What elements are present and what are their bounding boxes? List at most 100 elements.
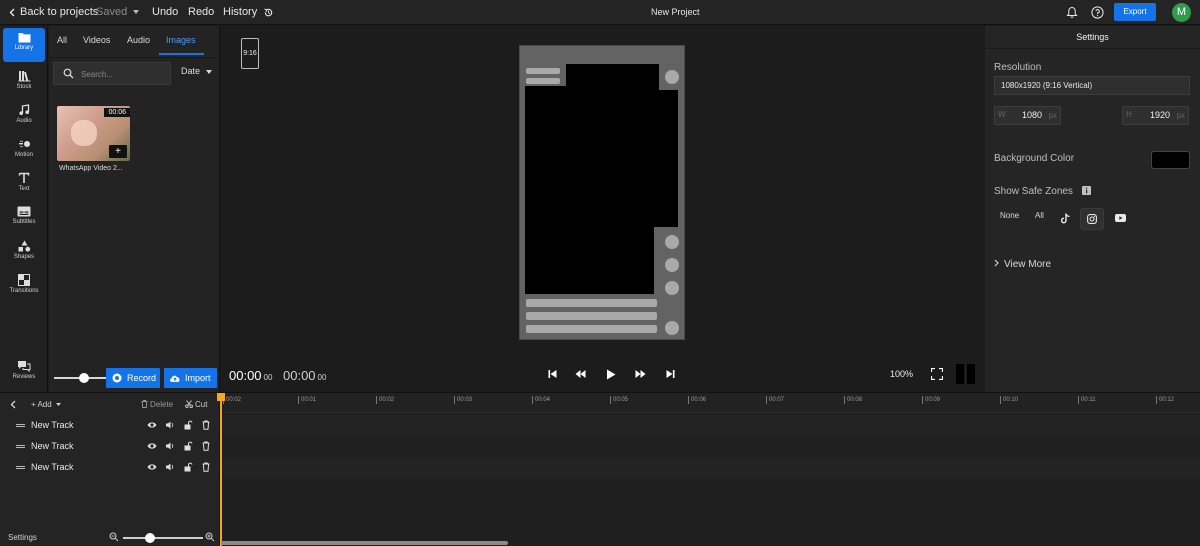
height-input[interactable]: H 1920 px [1122,106,1189,125]
safe-zone-none[interactable]: None [1000,211,1019,220]
sort-dropdown[interactable]: Date [181,66,212,76]
height-value: 1920 [1149,110,1170,120]
unlock-icon[interactable] [183,441,193,451]
rewind-icon[interactable] [575,369,586,379]
audio-meter-right [967,364,975,384]
eye-icon[interactable] [147,462,157,472]
play-icon[interactable] [606,369,616,380]
unlock-icon[interactable] [183,462,193,472]
safe-zone-youtube[interactable] [1108,208,1132,230]
notifications-button[interactable] [1066,0,1078,25]
trash-icon[interactable] [201,420,211,430]
tab-images[interactable]: Images [159,26,204,55]
eye-icon[interactable] [147,441,157,451]
media-thumbnail[interactable]: 00:06 + [57,106,130,161]
cut-button[interactable]: Cut [185,400,207,409]
canvas-area: 9:16 00:00 00 00:00 00 100% [221,26,984,392]
nav-stock[interactable]: Stock [0,66,48,100]
background-color-swatch[interactable] [1151,151,1190,169]
safe-zone-all[interactable]: All [1035,211,1044,220]
history-button[interactable]: History [223,0,274,25]
thumbnail-size-slider[interactable] [54,373,109,383]
nav-shapes[interactable]: Shapes [0,236,48,270]
export-button[interactable]: Export [1114,3,1156,21]
track-lane[interactable] [221,457,1200,478]
bell-icon [1066,6,1078,18]
timeline-settings-button[interactable]: Settings [8,533,37,542]
track-row[interactable]: New Track [0,457,220,478]
delete-button[interactable]: Delete [141,400,173,409]
record-button[interactable]: Record [106,368,160,388]
fullscreen-icon[interactable] [931,368,943,380]
track-name[interactable]: New Track [31,462,74,472]
skip-to-start-icon[interactable] [548,369,557,379]
timeline-zoom-slider[interactable] [123,533,203,543]
track-row[interactable]: New Track [0,436,220,457]
save-menu-toggle[interactable] [133,0,139,25]
zoom-in-icon[interactable] [205,532,215,542]
search-box [53,62,171,85]
playhead-handle[interactable] [217,393,225,401]
nav-text[interactable]: Text [0,168,48,202]
info-icon[interactable] [1081,186,1091,195]
width-input[interactable]: W 1080 px [994,106,1061,125]
tab-all[interactable]: All [57,26,67,55]
music-note-icon [19,104,30,115]
resolution-select[interactable]: 1080x1920 (9:16 Vertical) [994,76,1190,95]
collapse-icon[interactable] [10,400,16,409]
nav-reviews[interactable]: Reviews [0,356,48,390]
tab-audio[interactable]: Audio [127,26,150,55]
help-button[interactable] [1091,0,1104,25]
volume-icon[interactable] [165,441,175,451]
track-name[interactable]: New Track [31,441,74,451]
volume-icon[interactable] [165,462,175,472]
nav-library[interactable]: Library [3,28,45,62]
view-more-toggle[interactable]: View More [994,259,1051,270]
undo-button[interactable]: Undo [152,0,178,25]
track-row[interactable]: New Track [0,415,220,436]
scissors-icon [185,400,193,408]
eye-icon[interactable] [147,420,157,430]
track-name[interactable]: New Track [31,420,74,430]
nav-subtitles[interactable]: Subtitles [0,202,48,236]
drag-handle-icon[interactable] [16,445,25,448]
nav-motion[interactable]: Motion [0,134,48,168]
avatar[interactable]: M [1172,3,1191,22]
track-lane[interactable] [221,415,1200,436]
chevron-left-icon [9,8,15,17]
history-icon [264,8,273,16]
nav-transitions[interactable]: Transitions [0,270,48,304]
volume-icon[interactable] [165,420,175,430]
unlock-icon[interactable] [183,420,193,430]
ruler-tick: 00:04 [532,396,550,404]
slider-handle[interactable] [79,373,89,383]
redo-button[interactable]: Redo [188,0,214,25]
drag-handle-icon[interactable] [16,466,25,469]
slider-handle[interactable] [145,533,155,543]
search-input[interactable] [81,67,167,81]
track-lane[interactable] [221,436,1200,457]
timeline-scrollbar[interactable] [221,541,508,545]
trash-icon[interactable] [201,441,211,451]
safe-zone-instagram[interactable] [1080,208,1104,230]
add-to-timeline-button[interactable]: + [109,145,127,158]
tab-videos[interactable]: Videos [83,26,110,55]
back-to-projects-button[interactable]: Back to projects [9,0,98,25]
media-name: WhatsApp Video 2... [59,165,123,172]
drag-handle-icon[interactable] [16,424,25,427]
zoom-level[interactable]: 100% [890,369,913,379]
import-button[interactable]: Import [164,368,217,388]
playhead[interactable] [220,393,222,546]
skip-to-end-icon[interactable] [666,369,675,379]
fast-forward-icon[interactable] [635,369,646,379]
add-track-button[interactable]: + Add [31,400,61,409]
timeline-ruler[interactable]: 00:02 00:01 00:02 00:03 00:04 00:05 00:0… [221,393,1200,413]
settings-title: Settings [985,26,1200,49]
shapes-icon [18,240,30,252]
aspect-ratio-button[interactable]: 9:16 [241,38,259,69]
total-time: 00:00 00 [283,368,326,383]
trash-icon[interactable] [201,462,211,472]
zoom-out-icon[interactable] [109,532,119,542]
nav-audio[interactable]: Audio [0,100,48,134]
safe-zone-tiktok[interactable] [1053,208,1077,230]
